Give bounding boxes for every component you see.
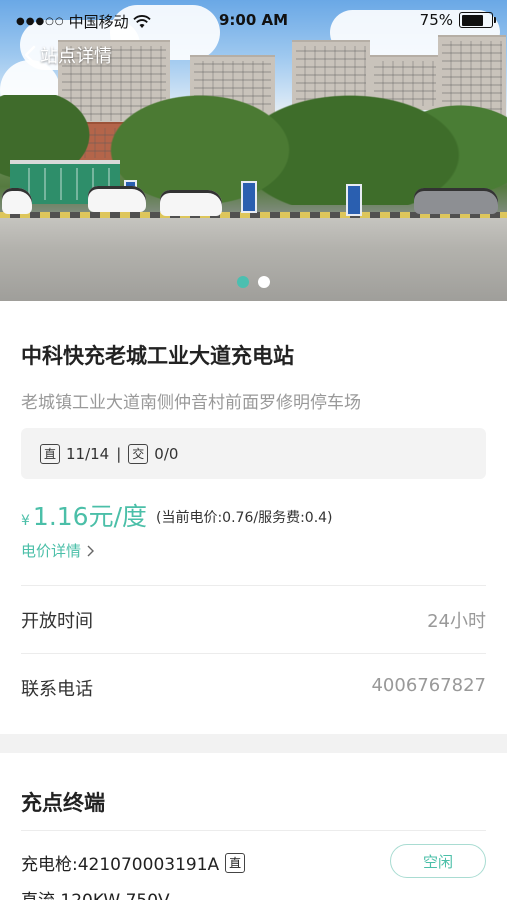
separator: | xyxy=(116,444,122,463)
station-address: 老城镇工业大道南侧仲音村前面罗修明停车场 xyxy=(21,393,361,413)
price-detail-link[interactable]: 电价详情 xyxy=(21,540,95,561)
ac-tag-icon: 交 xyxy=(128,443,149,464)
price-detail-label: 电价详情 xyxy=(21,542,82,560)
carousel-dot-2[interactable] xyxy=(258,276,270,288)
chevron-left-icon xyxy=(24,45,36,65)
ac-count: 0/0 xyxy=(154,444,179,463)
phone-label: 联系电话 xyxy=(21,679,93,700)
price-breakdown: (当前电价:0.76/服务费:0.4) xyxy=(156,510,333,526)
back-button[interactable]: 站点详情 xyxy=(24,42,112,68)
currency-symbol: ¥ xyxy=(21,513,30,529)
page-title: 站点详情 xyxy=(40,46,112,67)
divider xyxy=(21,585,486,586)
carousel-dot-1[interactable] xyxy=(237,276,249,288)
divider xyxy=(21,830,486,831)
battery-icon xyxy=(459,12,496,28)
gun-dc-tag-icon: 直 xyxy=(225,852,246,873)
open-hours-value: 24小时 xyxy=(427,611,486,632)
price: ¥ 1.16元/度 xyxy=(21,497,147,533)
dc-tag-icon: 直 xyxy=(40,443,60,464)
charging-gun: 充电枪:421070003191A 直 xyxy=(21,850,246,875)
chevron-right-icon xyxy=(87,545,95,556)
open-hours-label: 开放时间 xyxy=(21,611,93,632)
gun-spec: 直流 120KW 750V xyxy=(21,886,170,900)
phone-value[interactable]: 4006767827 xyxy=(371,675,486,696)
divider xyxy=(21,653,486,654)
station-name: 中科快充老城工业大道充电站 xyxy=(21,344,294,368)
gun-status-button[interactable]: 空闲 xyxy=(390,844,486,878)
carousel-indicators xyxy=(0,276,507,288)
gun-id: 充电枪:421070003191A xyxy=(21,855,220,875)
terminals-title: 充点终端 xyxy=(21,791,105,815)
status-bar: ●●●○○ 中国移动 9:00 AM 75% xyxy=(0,0,507,40)
dc-count: 11/14 xyxy=(66,444,110,463)
price-value: 1.16元/度 xyxy=(32,502,148,531)
charger-availability: 直 11/14 | 交 0/0 xyxy=(21,428,486,479)
battery-percent: 75% xyxy=(419,11,453,29)
